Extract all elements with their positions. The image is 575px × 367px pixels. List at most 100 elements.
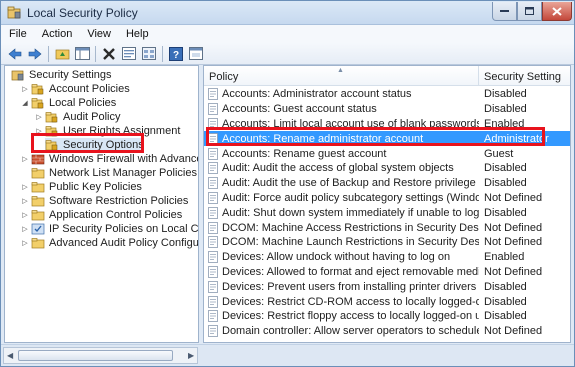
policy-name: Audit: Shut down system immediately if u… [222,206,479,219]
policy-name: Accounts: Rename administrator account [222,132,424,145]
column-header-security-setting[interactable]: Security Setting [480,66,570,86]
tree-item-account-policies[interactable]: ▷ Account Policies [21,82,129,96]
scroll-right-icon[interactable]: ▶ [188,351,194,360]
tree-root-security-settings[interactable]: Security Settings [11,68,112,82]
expand-arrow-icon[interactable]: ▷ [21,197,29,205]
policy-setting: Enabled [484,117,525,130]
tree-horizontal-scrollbar[interactable]: ◀ ▶ [3,347,198,364]
maximize-button[interactable] [517,2,542,21]
policy-document-icon [208,177,218,190]
policy-list-pane[interactable]: ▲ Policy Security Setting Accounts: Admi… [203,65,571,343]
policy-name: Devices: Restrict floppy access to local… [222,310,479,323]
policy-name: Domain controller: Allow server operator… [222,325,479,338]
policy-setting: Disabled [484,162,527,175]
policy-setting: Disabled [484,177,527,190]
tree-item-ip-security-policies[interactable]: ▷ IP Security Policies on Local Computer [21,222,198,236]
folder-lock-icon [31,98,44,109]
tree-item-network-list-manager[interactable]: Network List Manager Policies [31,166,197,180]
expand-arrow-icon[interactable]: ▷ [21,85,29,93]
policy-row[interactable]: Devices: Allowed to format and eject rem… [204,265,570,280]
show-hide-tree-button[interactable] [74,46,90,62]
policy-row[interactable]: Accounts: Limit local account use of bla… [204,117,570,132]
expand-arrow-icon[interactable]: ▷ [21,225,29,233]
expand-arrow-icon[interactable]: ▷ [21,239,29,247]
tree-item-security-options[interactable]: Security Options [45,138,144,152]
policy-name: Accounts: Guest account status [222,103,377,116]
scrollbar-thumb[interactable] [18,350,173,361]
export-list-button[interactable] [141,46,157,62]
tree-item-audit-policy[interactable]: ▷ Audit Policy [35,110,120,124]
column-header-policy[interactable]: ▲ Policy [204,66,479,86]
tree-item-label: Security Options [63,139,144,151]
tree-pane[interactable]: Security Settings ▷ Account Policies ◢ L… [4,65,199,343]
policy-document-icon [208,325,218,338]
expand-arrow-icon[interactable]: ▷ [35,113,43,121]
close-icon [552,6,562,16]
policy-setting: Disabled [484,103,527,116]
menu-help[interactable]: Help [126,28,149,40]
help-button[interactable]: ? [168,46,184,62]
list-header: ▲ Policy Security Setting [204,66,570,86]
collapse-arrow-icon[interactable]: ◢ [21,99,29,107]
close-button[interactable] [542,2,572,21]
tree-item-public-key-policies[interactable]: ▷ Public Key Policies [21,180,142,194]
policy-row[interactable]: Devices: Allow undock without having to … [204,250,570,265]
console-button[interactable] [188,46,204,62]
title-bar[interactable]: Local Security Policy [1,1,574,25]
tree-item-label: Advanced Audit Policy Configuration [49,237,199,249]
policy-name: DCOM: Machine Launch Restrictions in Sec… [222,236,479,249]
policy-row[interactable]: Audit: Shut down system immediately if u… [204,205,570,220]
policy-row[interactable]: DCOM: Machine Access Restrictions in Sec… [204,220,570,235]
policy-row[interactable]: Audit: Audit the access of global system… [204,161,570,176]
policy-setting: Not Defined [484,265,543,278]
policy-document-icon [208,192,218,204]
back-arrow-icon [8,47,22,60]
policy-row[interactable]: Devices: Restrict floppy access to local… [204,309,570,324]
policy-name: Devices: Prevent users from installing p… [222,280,477,293]
tree-item-application-control[interactable]: ▷ Application Control Policies [21,208,182,222]
forward-button[interactable] [27,46,43,62]
expand-arrow-icon[interactable]: ▷ [21,183,29,191]
menu-action[interactable]: Action [42,28,73,40]
policy-row[interactable]: Accounts: Rename administrator account Ad… [204,131,570,147]
policy-setting: Disabled [484,310,527,323]
policy-row[interactable]: Accounts: Rename guest account Guest [204,146,570,161]
policy-row[interactable]: Audit: Force audit policy subcategory se… [204,191,570,206]
menu-view[interactable]: View [87,28,111,40]
policy-setting: Disabled [484,295,527,308]
policy-row[interactable]: Devices: Restrict CD-ROM access to local… [204,294,570,309]
minimize-button[interactable] [492,2,517,21]
properties-button[interactable] [121,46,137,62]
show-hide-tree-icon [74,47,90,60]
up-one-level-button[interactable] [54,46,70,62]
maximize-icon [525,7,534,15]
policy-name: Devices: Allowed to format and eject rem… [222,265,479,278]
svg-text:?: ? [173,50,179,61]
tree-item-user-rights-assignment[interactable]: ▷ User Rights Assignment [35,124,180,138]
policy-row[interactable]: Accounts: Guest account status Disabled [204,102,570,117]
folder-icon [31,168,45,179]
policy-row[interactable]: Accounts: Administrator account status Di… [204,87,570,102]
policy-document-icon [208,236,218,249]
expand-arrow-icon[interactable]: ▷ [21,211,29,219]
tree-item-advanced-audit-policy[interactable]: ▷ Advanced Audit Policy Configuration [21,236,199,250]
scroll-left-icon[interactable]: ◀ [7,351,13,360]
tree-item-software-restriction[interactable]: ▷ Software Restriction Policies [21,194,188,208]
tree-item-local-policies[interactable]: ◢ Local Policies [21,96,116,110]
policy-row[interactable]: Devices: Prevent users from installing p… [204,279,570,294]
toolbar-separator [95,45,96,62]
expand-arrow-icon[interactable]: ▷ [21,155,29,163]
window-title: Local Security Policy [27,6,138,20]
expand-arrow-icon[interactable]: ▷ [35,127,43,135]
folder-lock-icon [45,112,58,123]
toolbar: ? [1,43,574,65]
policy-row[interactable]: DCOM: Machine Launch Restrictions in Sec… [204,235,570,250]
back-button[interactable] [7,46,23,62]
delete-button[interactable] [101,46,117,62]
policy-row[interactable]: Domain controller: Allow server operator… [204,324,570,339]
policy-row[interactable]: Audit: Audit the use of Backup and Resto… [204,176,570,191]
column-header-label: Policy [209,71,239,83]
tree-item-windows-firewall[interactable]: ▷ Windows Firewall with Advanced Securit… [21,152,198,166]
tree-item-label: Application Control Policies [49,209,183,221]
menu-file[interactable]: File [9,28,27,40]
